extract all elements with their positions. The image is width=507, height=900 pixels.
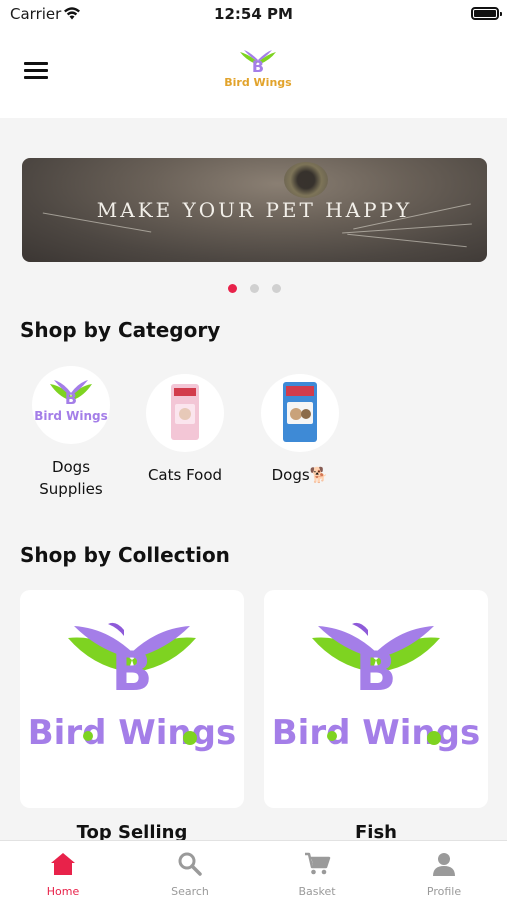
category-item-dogs[interactable]: Dogs🐕 <box>250 374 350 486</box>
category-image <box>146 374 224 452</box>
clock: 12:54 PM <box>214 5 293 23</box>
status-bar: Carrier 12:54 PM <box>0 0 507 30</box>
carousel-dot-active[interactable] <box>228 284 237 293</box>
collection-logo-text: Bird Wings <box>272 713 480 753</box>
category-label: Dogs Supplies <box>39 458 103 498</box>
bird-wings-logo: B Bird Wings <box>28 622 236 753</box>
carousel-dot[interactable] <box>250 284 259 293</box>
app-header: B Bird Wings <box>0 30 507 118</box>
tab-label: Profile <box>426 885 462 898</box>
person-icon <box>433 853 455 876</box>
carousel-dot[interactable] <box>272 284 281 293</box>
category-image: B Bird Wings <box>32 366 110 444</box>
collection-section-title: Shop by Collection <box>20 543 230 567</box>
whisker-line <box>347 233 467 248</box>
tab-basket[interactable]: Basket <box>254 841 380 900</box>
cart-icon <box>305 852 331 875</box>
tab-label: Search <box>171 885 209 898</box>
carousel-indicator <box>228 284 288 294</box>
collection-card-top-selling[interactable]: B Bird Wings <box>20 590 244 808</box>
category-item-dogs-supplies[interactable]: B Bird Wings Dogs Supplies <box>21 366 121 500</box>
promo-banner[interactable]: MAKE YOUR PET HAPPY <box>22 158 487 262</box>
tab-profile[interactable]: Profile <box>381 841 507 900</box>
cat-eye-image <box>284 162 328 198</box>
category-label: Dogs🐕 <box>271 466 329 484</box>
tab-search[interactable]: Search <box>127 841 253 900</box>
bird-wings-logo: B Bird Wings <box>222 48 294 92</box>
bottom-tab-bar: Home Search Basket Profile <box>0 840 507 900</box>
tab-home[interactable]: Home <box>0 841 126 900</box>
category-image <box>261 374 339 452</box>
search-icon <box>178 852 202 876</box>
svg-text:B: B <box>355 640 396 703</box>
banner-headline: MAKE YOUR PET HAPPY <box>96 198 413 222</box>
svg-text:Bird Wings: Bird Wings <box>34 409 108 423</box>
battery-icon <box>471 7 502 20</box>
category-label: Cats Food <box>147 466 223 484</box>
hamburger-menu-button[interactable] <box>24 62 48 82</box>
header-logo-text: Bird Wings <box>224 76 292 89</box>
whisker-line <box>342 223 472 234</box>
tab-label: Home <box>46 885 80 898</box>
collection-logo-text: Bird Wings <box>28 713 236 753</box>
svg-text:B: B <box>111 640 152 703</box>
home-icon <box>51 853 75 875</box>
tab-label: Basket <box>298 885 336 898</box>
category-item-cats-food[interactable]: Cats Food <box>135 374 235 486</box>
category-section-title: Shop by Category <box>20 318 221 342</box>
bird-wings-logo: B Bird Wings <box>272 622 480 753</box>
collection-card-fish[interactable]: B Bird Wings <box>264 590 488 808</box>
svg-text:B: B <box>65 389 77 408</box>
svg-text:B: B <box>252 57 264 76</box>
